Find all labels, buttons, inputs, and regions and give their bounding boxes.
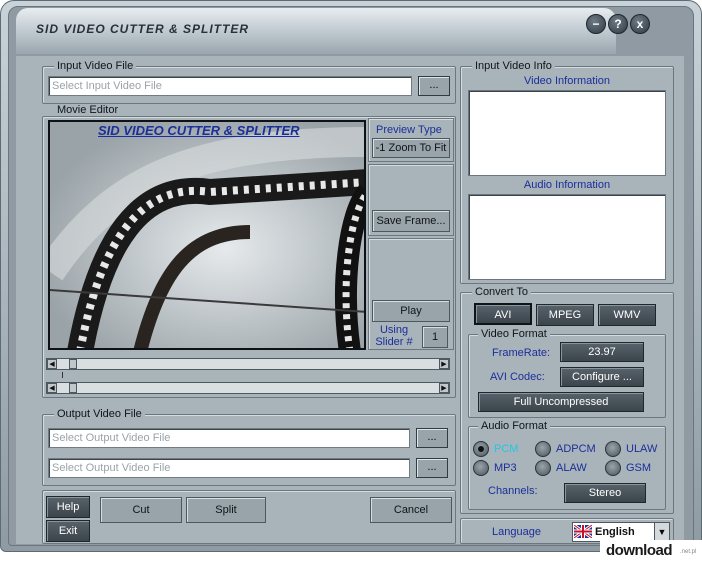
- browse-output-button-2[interactable]: ...: [416, 458, 448, 478]
- start-slider[interactable]: [46, 358, 450, 370]
- radio-ulaw[interactable]: [605, 441, 621, 457]
- slider-right-arrow-icon[interactable]: ▶: [439, 359, 449, 369]
- help-icon[interactable]: ?: [608, 14, 628, 34]
- radio-alaw[interactable]: [535, 460, 551, 476]
- preview-type-label: Preview Type: [376, 124, 442, 136]
- framerate-label: FrameRate:: [492, 347, 551, 359]
- movie-editor-label: Movie Editor: [54, 104, 122, 116]
- end-slider-thumb[interactable]: [69, 383, 78, 393]
- radio-pcm-label: PCM: [494, 443, 519, 455]
- cancel-button[interactable]: Cancel: [370, 497, 452, 523]
- framerate-value[interactable]: 23.97: [560, 342, 644, 362]
- channels-value[interactable]: Stereo: [564, 483, 646, 503]
- uk-flag-icon: [574, 525, 592, 538]
- browse-input-button[interactable]: ...: [418, 76, 450, 96]
- watermark: download .net.pl: [600, 540, 702, 562]
- window-title: SID VIDEO CUTTER & SPLITTER: [36, 22, 250, 36]
- convert-to-label: Convert To: [472, 286, 531, 298]
- input-video-info-label: Input Video Info: [472, 60, 555, 72]
- radio-gsm-label: GSM: [626, 462, 652, 474]
- slider-tick: [62, 372, 63, 378]
- channels-label: Channels:: [488, 485, 538, 497]
- radio-pcm[interactable]: [473, 441, 489, 457]
- radio-mp3-label: MP3: [494, 462, 517, 474]
- film-reel-image: [50, 122, 364, 348]
- video-information-box: [468, 90, 666, 176]
- exit-button[interactable]: Exit: [46, 520, 90, 542]
- output-video-file-label: Output Video File: [54, 408, 145, 420]
- radio-ulaw-label: ULAW: [626, 443, 658, 455]
- radio-adpcm-label: ADPCM: [556, 443, 596, 455]
- audio-information-label: Audio Information: [523, 179, 611, 191]
- input-video-file-label: Input Video File: [54, 60, 137, 72]
- format-mpeg-button[interactable]: MPEG: [536, 304, 594, 326]
- close-icon[interactable]: x: [630, 14, 650, 34]
- format-avi-button[interactable]: AVI: [474, 303, 532, 325]
- minimize-icon[interactable]: −: [586, 14, 606, 34]
- watermark-suffix: .net.pl: [680, 549, 697, 555]
- video-format-label: Video Format: [478, 328, 550, 340]
- browse-output-button-1[interactable]: ...: [416, 428, 448, 448]
- language-value: English: [595, 526, 635, 538]
- radio-mp3[interactable]: [473, 460, 489, 476]
- using-slider-label: Using Slider #: [375, 324, 413, 348]
- slider2-right-arrow-icon[interactable]: ▶: [439, 383, 449, 393]
- slider2-left-arrow-icon[interactable]: ◀: [47, 383, 57, 393]
- slider-number[interactable]: 1: [422, 326, 448, 348]
- language-label: Language: [492, 526, 541, 538]
- codec-value[interactable]: Full Uncompressed: [478, 392, 644, 412]
- cut-button[interactable]: Cut: [100, 497, 182, 523]
- video-preview: [48, 120, 366, 350]
- format-wmv-button[interactable]: WMV: [598, 304, 656, 326]
- chevron-down-icon[interactable]: ▼: [654, 523, 669, 541]
- zoom-to-fit-button[interactable]: -1 Zoom To Fit: [372, 138, 450, 158]
- output-file-field-2[interactable]: Select Output Video File: [48, 458, 410, 478]
- start-slider-thumb[interactable]: [69, 359, 78, 369]
- audio-information-box: [468, 194, 666, 280]
- help-button[interactable]: Help: [46, 496, 90, 518]
- output-file-field-1[interactable]: Select Output Video File: [48, 428, 410, 448]
- radio-alaw-label: ALAW: [556, 462, 587, 474]
- video-information-label: Video Information: [523, 75, 611, 87]
- configure-codec-button[interactable]: Configure ...: [560, 367, 644, 387]
- radio-gsm[interactable]: [605, 460, 621, 476]
- audio-format-label: Audio Format: [478, 420, 551, 432]
- end-slider[interactable]: [46, 382, 450, 394]
- save-frame-button[interactable]: Save Frame...: [372, 210, 450, 232]
- radio-adpcm[interactable]: [535, 441, 551, 457]
- input-file-field[interactable]: Select Input Video File: [48, 76, 412, 96]
- split-button[interactable]: Split: [186, 497, 266, 523]
- avi-codec-label: AVI Codec:: [490, 371, 545, 383]
- watermark-text: download: [606, 542, 673, 559]
- slider-left-arrow-icon[interactable]: ◀: [47, 359, 57, 369]
- play-button[interactable]: Play: [372, 300, 450, 322]
- preview-banner-title: SID VIDEO CUTTER & SPLITTER: [98, 123, 300, 138]
